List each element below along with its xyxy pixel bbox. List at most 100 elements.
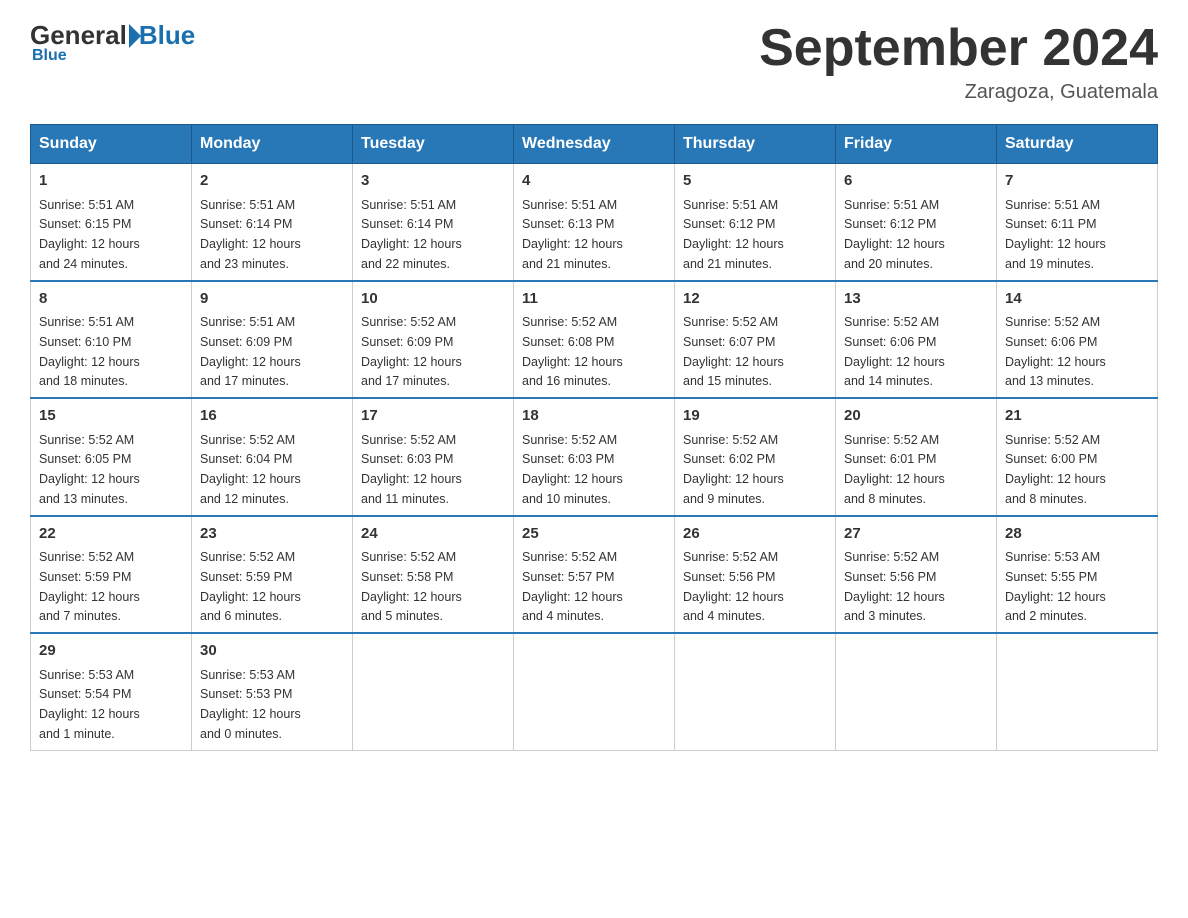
day-info: Sunrise: 5:51 AMSunset: 6:11 PMDaylight:… <box>1005 198 1106 271</box>
header-friday: Friday <box>836 125 997 164</box>
calendar-cell: 1 Sunrise: 5:51 AMSunset: 6:15 PMDayligh… <box>31 164 192 281</box>
day-info: Sunrise: 5:51 AMSunset: 6:12 PMDaylight:… <box>683 198 784 271</box>
calendar-cell: 9 Sunrise: 5:51 AMSunset: 6:09 PMDayligh… <box>192 281 353 399</box>
calendar-cell: 12 Sunrise: 5:52 AMSunset: 6:07 PMDaylig… <box>675 281 836 399</box>
calendar-cell: 6 Sunrise: 5:51 AMSunset: 6:12 PMDayligh… <box>836 164 997 281</box>
day-number: 9 <box>200 288 344 311</box>
header-tuesday: Tuesday <box>353 125 514 164</box>
month-title: September 2024 <box>759 20 1158 77</box>
day-number: 27 <box>844 523 988 546</box>
day-info: Sunrise: 5:52 AMSunset: 6:02 PMDaylight:… <box>683 433 784 506</box>
day-number: 19 <box>683 405 827 428</box>
calendar-cell: 22 Sunrise: 5:52 AMSunset: 5:59 PMDaylig… <box>31 516 192 634</box>
day-info: Sunrise: 5:52 AMSunset: 6:06 PMDaylight:… <box>844 315 945 388</box>
day-number: 29 <box>39 640 183 663</box>
calendar-cell: 10 Sunrise: 5:52 AMSunset: 6:09 PMDaylig… <box>353 281 514 399</box>
day-info: Sunrise: 5:51 AMSunset: 6:15 PMDaylight:… <box>39 198 140 271</box>
day-info: Sunrise: 5:52 AMSunset: 5:58 PMDaylight:… <box>361 550 462 623</box>
calendar-cell: 20 Sunrise: 5:52 AMSunset: 6:01 PMDaylig… <box>836 398 997 516</box>
day-info: Sunrise: 5:52 AMSunset: 6:04 PMDaylight:… <box>200 433 301 506</box>
day-number: 3 <box>361 170 505 193</box>
day-info: Sunrise: 5:51 AMSunset: 6:14 PMDaylight:… <box>200 198 301 271</box>
day-number: 12 <box>683 288 827 311</box>
day-number: 6 <box>844 170 988 193</box>
header-wednesday: Wednesday <box>514 125 675 164</box>
calendar-cell: 5 Sunrise: 5:51 AMSunset: 6:12 PMDayligh… <box>675 164 836 281</box>
day-number: 1 <box>39 170 183 193</box>
calendar-cell: 2 Sunrise: 5:51 AMSunset: 6:14 PMDayligh… <box>192 164 353 281</box>
calendar-cell: 7 Sunrise: 5:51 AMSunset: 6:11 PMDayligh… <box>997 164 1158 281</box>
day-number: 30 <box>200 640 344 663</box>
calendar-cell: 3 Sunrise: 5:51 AMSunset: 6:14 PMDayligh… <box>353 164 514 281</box>
day-info: Sunrise: 5:52 AMSunset: 6:01 PMDaylight:… <box>844 433 945 506</box>
day-number: 16 <box>200 405 344 428</box>
day-number: 20 <box>844 405 988 428</box>
day-number: 5 <box>683 170 827 193</box>
day-info: Sunrise: 5:52 AMSunset: 5:59 PMDaylight:… <box>39 550 140 623</box>
day-info: Sunrise: 5:52 AMSunset: 5:56 PMDaylight:… <box>844 550 945 623</box>
day-number: 17 <box>361 405 505 428</box>
day-number: 28 <box>1005 523 1149 546</box>
day-number: 18 <box>522 405 666 428</box>
calendar-cell: 19 Sunrise: 5:52 AMSunset: 6:02 PMDaylig… <box>675 398 836 516</box>
week-row-5: 29 Sunrise: 5:53 AMSunset: 5:54 PMDaylig… <box>31 633 1158 750</box>
day-number: 11 <box>522 288 666 311</box>
day-info: Sunrise: 5:51 AMSunset: 6:13 PMDaylight:… <box>522 198 623 271</box>
day-info: Sunrise: 5:53 AMSunset: 5:53 PMDaylight:… <box>200 668 301 741</box>
day-number: 22 <box>39 523 183 546</box>
day-number: 26 <box>683 523 827 546</box>
day-number: 2 <box>200 170 344 193</box>
day-info: Sunrise: 5:51 AMSunset: 6:12 PMDaylight:… <box>844 198 945 271</box>
calendar-cell <box>514 633 675 750</box>
week-row-2: 8 Sunrise: 5:51 AMSunset: 6:10 PMDayligh… <box>31 281 1158 399</box>
day-number: 7 <box>1005 170 1149 193</box>
calendar-cell: 29 Sunrise: 5:53 AMSunset: 5:54 PMDaylig… <box>31 633 192 750</box>
calendar-cell: 8 Sunrise: 5:51 AMSunset: 6:10 PMDayligh… <box>31 281 192 399</box>
calendar-cell: 13 Sunrise: 5:52 AMSunset: 6:06 PMDaylig… <box>836 281 997 399</box>
week-row-3: 15 Sunrise: 5:52 AMSunset: 6:05 PMDaylig… <box>31 398 1158 516</box>
week-row-1: 1 Sunrise: 5:51 AMSunset: 6:15 PMDayligh… <box>31 164 1158 281</box>
day-info: Sunrise: 5:51 AMSunset: 6:09 PMDaylight:… <box>200 315 301 388</box>
day-number: 8 <box>39 288 183 311</box>
day-number: 14 <box>1005 288 1149 311</box>
calendar-cell: 18 Sunrise: 5:52 AMSunset: 6:03 PMDaylig… <box>514 398 675 516</box>
calendar-cell: 24 Sunrise: 5:52 AMSunset: 5:58 PMDaylig… <box>353 516 514 634</box>
day-info: Sunrise: 5:53 AMSunset: 5:55 PMDaylight:… <box>1005 550 1106 623</box>
calendar-cell <box>675 633 836 750</box>
calendar-cell: 21 Sunrise: 5:52 AMSunset: 6:00 PMDaylig… <box>997 398 1158 516</box>
title-block: September 2024 Zaragoza, Guatemala <box>759 20 1158 104</box>
day-info: Sunrise: 5:53 AMSunset: 5:54 PMDaylight:… <box>39 668 140 741</box>
calendar-cell: 28 Sunrise: 5:53 AMSunset: 5:55 PMDaylig… <box>997 516 1158 634</box>
logo-underline: Blue <box>32 47 67 65</box>
calendar-cell <box>836 633 997 750</box>
calendar-cell: 17 Sunrise: 5:52 AMSunset: 6:03 PMDaylig… <box>353 398 514 516</box>
header-monday: Monday <box>192 125 353 164</box>
logo: General Blue Blue <box>30 20 195 65</box>
day-info: Sunrise: 5:52 AMSunset: 6:06 PMDaylight:… <box>1005 315 1106 388</box>
day-info: Sunrise: 5:52 AMSunset: 6:05 PMDaylight:… <box>39 433 140 506</box>
calendar-cell: 4 Sunrise: 5:51 AMSunset: 6:13 PMDayligh… <box>514 164 675 281</box>
calendar-cell: 25 Sunrise: 5:52 AMSunset: 5:57 PMDaylig… <box>514 516 675 634</box>
day-info: Sunrise: 5:52 AMSunset: 6:09 PMDaylight:… <box>361 315 462 388</box>
calendar-cell: 26 Sunrise: 5:52 AMSunset: 5:56 PMDaylig… <box>675 516 836 634</box>
header-sunday: Sunday <box>31 125 192 164</box>
location: Zaragoza, Guatemala <box>759 81 1158 104</box>
logo-blue-text: Blue <box>139 20 195 51</box>
calendar-cell: 16 Sunrise: 5:52 AMSunset: 6:04 PMDaylig… <box>192 398 353 516</box>
day-number: 4 <box>522 170 666 193</box>
calendar-cell: 14 Sunrise: 5:52 AMSunset: 6:06 PMDaylig… <box>997 281 1158 399</box>
week-row-4: 22 Sunrise: 5:52 AMSunset: 5:59 PMDaylig… <box>31 516 1158 634</box>
day-info: Sunrise: 5:52 AMSunset: 5:59 PMDaylight:… <box>200 550 301 623</box>
header-thursday: Thursday <box>675 125 836 164</box>
calendar-cell <box>997 633 1158 750</box>
day-info: Sunrise: 5:51 AMSunset: 6:10 PMDaylight:… <box>39 315 140 388</box>
calendar-cell: 30 Sunrise: 5:53 AMSunset: 5:53 PMDaylig… <box>192 633 353 750</box>
day-info: Sunrise: 5:52 AMSunset: 5:57 PMDaylight:… <box>522 550 623 623</box>
day-number: 23 <box>200 523 344 546</box>
day-info: Sunrise: 5:52 AMSunset: 6:03 PMDaylight:… <box>522 433 623 506</box>
day-info: Sunrise: 5:51 AMSunset: 6:14 PMDaylight:… <box>361 198 462 271</box>
page-header: General Blue Blue September 2024 Zaragoz… <box>30 20 1158 104</box>
day-info: Sunrise: 5:52 AMSunset: 6:00 PMDaylight:… <box>1005 433 1106 506</box>
day-info: Sunrise: 5:52 AMSunset: 6:07 PMDaylight:… <box>683 315 784 388</box>
day-number: 10 <box>361 288 505 311</box>
